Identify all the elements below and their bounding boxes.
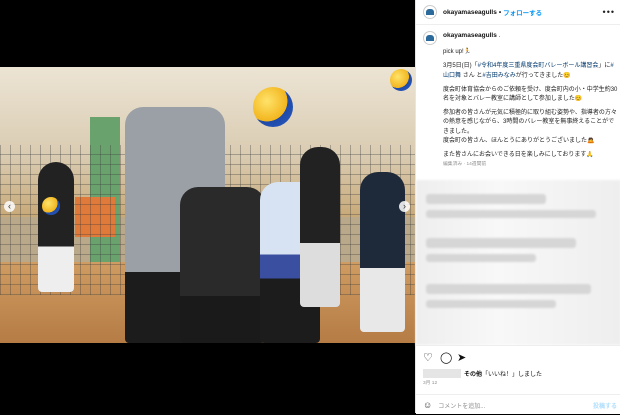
share-icon[interactable]: ➤ [457, 351, 466, 364]
volleyball-ball [253, 87, 293, 127]
blurred-comments [416, 180, 620, 345]
hashtag-link[interactable]: #吉田みなみ [482, 73, 515, 79]
blurred-comment [426, 300, 556, 308]
caption-para4: 度会町の皆さん、ほんとうにありがとうございました🙇 [443, 137, 595, 144]
volleyball-ball-held [42, 197, 60, 215]
caption-text: が行ってきました😊 [515, 72, 571, 79]
seagull-logo-icon[interactable] [423, 5, 437, 19]
likes-summary[interactable]: その他 「いいね！」しました [423, 369, 542, 378]
post-photo: ‹ › [0, 67, 415, 343]
header-dot: • [498, 8, 502, 16]
blurred-comment [426, 284, 591, 294]
caption-line2: 3月5日(日)「#令和4年度三重県度会町バレーボール講習会」に#山口舞 さん と… [443, 62, 618, 80]
comment-icon[interactable]: ◯ [440, 351, 452, 364]
caption-username[interactable]: okayamaseagulls [443, 32, 497, 39]
caption: okayamaseagulls . pick up!🏃 3月5日(日)「#令和4… [423, 31, 618, 169]
comment-input[interactable]: コメントを追加... [438, 401, 485, 410]
caption-text: さん と [462, 72, 483, 79]
volleyball-ball-small [390, 69, 412, 91]
blurred-liker [423, 369, 461, 378]
media-panel: ‹ › [0, 0, 415, 413]
child-figure-front [180, 187, 265, 343]
blurred-comment [426, 210, 596, 218]
caption-suffix: . [498, 33, 501, 39]
likes-text: 「いいね！」しました [482, 372, 543, 378]
caption-text: 」に [598, 63, 611, 70]
post-header: okayamaseagulls • フォローする ••• [416, 0, 620, 25]
caption-para5: また皆さんにお会いできる日を楽しみにしております🙏 [443, 152, 594, 159]
child-figure-left [38, 162, 74, 292]
action-bar: ♡ ◯ ➤ その他 「いいね！」しました 3月 12 ☺ コメントを追加... 投… [416, 345, 620, 414]
chevron-left-icon[interactable]: ‹ [4, 201, 15, 212]
smile-icon[interactable]: ☺ [423, 400, 432, 410]
caption-line1: pick up!🏃 [443, 49, 472, 56]
comment-bar: ☺ コメントを追加... 投稿する [416, 394, 620, 415]
post-date: 3月 12 [423, 381, 438, 386]
heart-icon[interactable]: ♡ [423, 351, 433, 364]
chevron-right-icon[interactable]: › [399, 201, 410, 212]
hashtag-link[interactable]: #令和4年度三重県度会町バレーボール講習会 [478, 63, 599, 69]
child-figure-back [300, 147, 340, 307]
child-figure-right [360, 172, 405, 332]
blurred-comment [426, 238, 576, 248]
blurred-comment [426, 254, 536, 262]
blurred-comment [426, 194, 546, 204]
follow-button[interactable]: フォローする [503, 7, 542, 17]
caption-meta: 編集済み · 14週間前 [443, 162, 487, 168]
more-options-icon[interactable]: ••• [603, 7, 615, 17]
caption-para2: 度会町体育協会からのご依頼を受け、度会町内の小・中学生約30名を対象とバレー教室… [443, 86, 618, 103]
header-username[interactable]: okayamaseagulls [443, 9, 497, 16]
post-details: okayamaseagulls • フォローする ••• okayamaseag… [415, 0, 620, 414]
post-comment-button[interactable]: 投稿する [593, 401, 617, 410]
caption-para3: 参加者の皆さんが元気に積極的に取り組む姿勢や、指導者の方々の熱意を感じながら、3… [443, 110, 617, 135]
likes-prefix: その他 [464, 372, 483, 378]
seagull-logo-icon[interactable] [423, 31, 437, 45]
caption-text: 3月5日(日)「 [443, 63, 478, 70]
